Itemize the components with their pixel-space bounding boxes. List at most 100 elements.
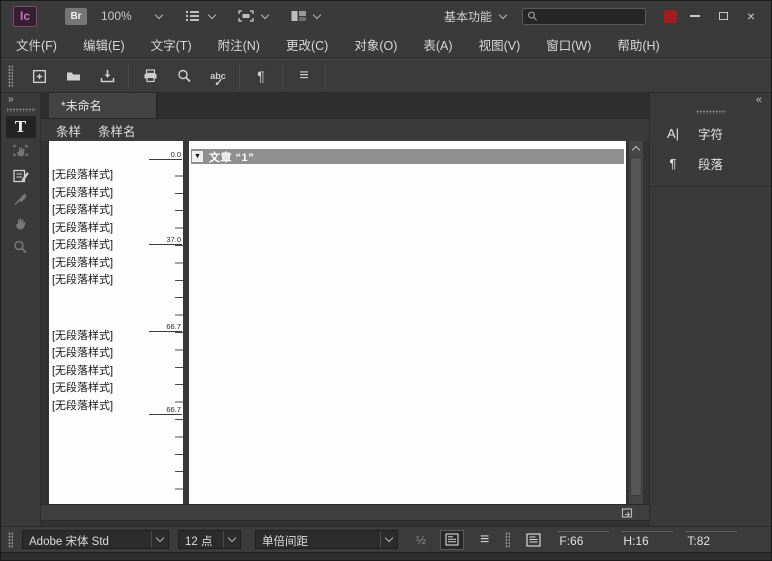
toolbar-grip[interactable]	[8, 65, 13, 87]
story-text-area[interactable]: ▼ 文章 “1”	[189, 141, 626, 504]
window-bottom-edge	[1, 552, 771, 560]
tools-panel-grip[interactable]	[6, 108, 36, 112]
paragraph-style-label: [无段落样式]	[49, 237, 148, 255]
panel-dock: « A| 字符 ¶ 段落	[649, 93, 771, 526]
note-tool-icon	[12, 167, 30, 184]
line-spacing-select[interactable]: 单倍间距	[255, 530, 398, 549]
layout-jump-button[interactable]	[620, 506, 635, 520]
galley-info-toggle[interactable]	[440, 530, 464, 550]
hand-tool[interactable]	[6, 212, 36, 234]
menu-object[interactable]: 对象(O)	[341, 35, 410, 54]
type-tool[interactable]: T	[6, 116, 36, 138]
minimize-button[interactable]	[681, 7, 709, 25]
horizontal-scrollbar[interactable]	[41, 504, 649, 521]
search-box[interactable]	[522, 8, 646, 25]
collapse-panels-icon[interactable]: «	[650, 93, 771, 108]
title-bar: Ic Br 100%	[1, 1, 771, 31]
collapse-story-icon[interactable]: ▼	[192, 151, 203, 162]
paragraph-style-label: [无段落样式]	[49, 220, 148, 238]
note-tool[interactable]	[6, 164, 36, 186]
character-panel-icon: A|	[663, 126, 683, 141]
statusbar-grip[interactable]	[505, 532, 510, 548]
style-group: [无段落样式] [无段落样式] [无段落样式] [无段落样式] [无段落样式]	[49, 328, 148, 416]
close-button[interactable]: ×	[737, 7, 765, 25]
scrollbar-thumb[interactable]	[630, 157, 642, 496]
search-icon	[176, 68, 193, 84]
open-document-button[interactable]	[58, 63, 88, 89]
workspace-label: 基本功能	[444, 8, 492, 25]
font-family-select[interactable]: Adobe 宋体 Std	[22, 530, 169, 549]
new-document-icon	[31, 68, 48, 85]
copyfit-info-button[interactable]	[521, 530, 545, 550]
paragraph-style-label: [无段落样式]	[49, 328, 148, 346]
eyedropper-tool[interactable]	[6, 188, 36, 210]
font-size-select[interactable]: 12 点	[178, 530, 241, 549]
tab-galley-name[interactable]: 条样名	[98, 121, 136, 140]
screen-mode-button[interactable]	[237, 9, 268, 23]
workspace-switcher[interactable]: 基本功能	[444, 8, 506, 25]
chevron-down-icon	[499, 10, 507, 18]
ruler-label: 66.7	[149, 323, 182, 332]
list-view-icon	[445, 533, 459, 546]
statusbar-menu-icon[interactable]: ≡	[480, 531, 489, 549]
menu-changes[interactable]: 更改(C)	[273, 35, 341, 54]
print-button[interactable]	[135, 63, 165, 89]
statusbar-grip[interactable]	[8, 532, 13, 548]
line-spacing-value: 单倍间距	[256, 531, 380, 548]
paragraph-style-label: [无段落样式]	[49, 345, 148, 363]
scroll-up-icon[interactable]	[632, 146, 640, 154]
style-group: [无段落样式] [无段落样式] [无段落样式] [无段落样式] [无段落样式] …	[49, 167, 148, 290]
menu-window[interactable]: 窗口(W)	[533, 35, 604, 54]
search-icon	[527, 10, 538, 22]
tab-galley[interactable]: 条样	[56, 121, 81, 140]
bridge-button[interactable]: Br	[65, 8, 87, 25]
depth-ruler: 0.0 37.0 66.7 66.7	[148, 141, 183, 504]
panel-paragraph[interactable]: ¶ 段落	[650, 148, 771, 178]
font-family-value: Adobe 宋体 Std	[23, 531, 151, 548]
vertical-scrollbar[interactable]	[629, 141, 643, 504]
save-button[interactable]	[92, 63, 122, 89]
story-header-bar[interactable]: ▼ 文章 “1”	[191, 149, 624, 164]
spellcheck-button[interactable]: abc ✓	[203, 63, 233, 89]
zoom-tool[interactable]	[6, 236, 36, 258]
minimize-icon	[690, 15, 700, 17]
type-tool-icon: T	[15, 118, 26, 136]
half-width-icon[interactable]: ½	[416, 533, 426, 547]
dock-separator	[650, 186, 771, 187]
zoom-level-dropdown[interactable]: 100%	[101, 9, 162, 23]
expand-panel-icon[interactable]: »	[1, 93, 40, 105]
menu-file[interactable]: 文件(F)	[3, 35, 70, 54]
paragraph-panel-label: 段落	[698, 154, 723, 173]
eyedropper-icon	[12, 191, 29, 207]
arrange-documents-button[interactable]	[290, 9, 320, 23]
find-button[interactable]	[169, 63, 199, 89]
search-input[interactable]	[538, 10, 641, 22]
character-panel-label: 字符	[698, 124, 723, 143]
chevron-box	[380, 531, 397, 548]
document-tab[interactable]: *未命名	[49, 93, 157, 118]
menu-edit[interactable]: 编辑(E)	[70, 35, 138, 54]
arrange-documents-icon	[290, 9, 307, 23]
spellcheck-icon: abc ✓	[210, 71, 226, 81]
menu-table[interactable]: 表(A)	[410, 35, 465, 54]
story-title: 文章 “1”	[209, 149, 254, 165]
menu-help[interactable]: 帮助(H)	[604, 35, 672, 54]
dock-grip[interactable]	[696, 110, 726, 114]
menu-view[interactable]: 视图(V)	[466, 35, 534, 54]
ruler-label: 0.0	[149, 151, 182, 160]
position-tool[interactable]	[6, 140, 36, 162]
panel-character[interactable]: A| 字符	[650, 118, 771, 148]
menu-type[interactable]: 文字(T)	[138, 35, 205, 54]
new-document-button[interactable]	[24, 63, 54, 89]
maximize-button[interactable]	[709, 7, 737, 25]
chevron-box	[223, 531, 240, 548]
save-icon	[99, 68, 116, 84]
paragraph-style-label: [无段落样式]	[49, 185, 148, 203]
menu-notes[interactable]: 附注(N)	[205, 35, 273, 54]
chevron-down-icon	[207, 10, 215, 18]
view-tabs: 条样 条样名	[41, 119, 649, 141]
toolbar-menu-button[interactable]: ≡	[289, 63, 319, 89]
show-hidden-characters-button[interactable]: ¶	[246, 63, 276, 89]
chevron-down-icon	[385, 534, 393, 542]
view-options-button[interactable]	[184, 9, 215, 23]
